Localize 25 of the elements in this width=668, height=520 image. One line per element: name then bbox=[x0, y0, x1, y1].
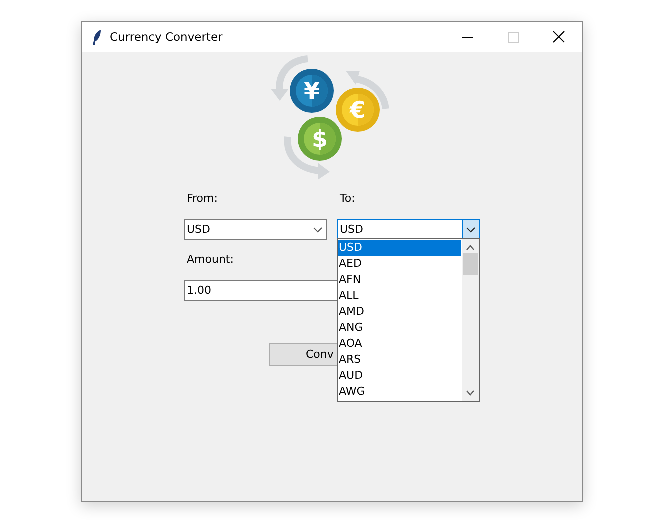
chevron-down-icon bbox=[313, 226, 323, 232]
scroll-thumb[interactable] bbox=[463, 253, 478, 275]
currency-symbol: ¥ bbox=[304, 79, 320, 105]
scrollbar[interactable] bbox=[462, 239, 479, 401]
field-label: To: bbox=[339, 192, 356, 207]
currency-symbol: $ bbox=[312, 127, 328, 153]
dropdown-item[interactable]: AUD bbox=[338, 368, 461, 384]
dropdown-item[interactable]: AWG bbox=[338, 384, 461, 400]
from-combobox[interactable]: USD bbox=[184, 219, 327, 240]
to-combobox[interactable]: USD bbox=[337, 219, 480, 240]
window-title: Currency Converter bbox=[110, 30, 224, 44]
dropdown-item[interactable]: USD bbox=[338, 240, 461, 256]
scroll-down-icon[interactable] bbox=[466, 390, 475, 396]
scroll-up-icon[interactable] bbox=[466, 245, 475, 251]
field-label: From: bbox=[186, 192, 218, 207]
currency-symbol: € bbox=[350, 98, 366, 124]
dropdown-item[interactable]: ANG bbox=[338, 320, 461, 336]
dropdown-item[interactable]: AMD bbox=[338, 304, 461, 320]
chevron-down-icon bbox=[466, 226, 476, 232]
minimize-icon bbox=[462, 36, 472, 38]
field-label: Amount: bbox=[186, 253, 234, 268]
feather-icon bbox=[93, 30, 102, 44]
maximize-icon bbox=[508, 32, 518, 42]
close-icon bbox=[553, 31, 565, 43]
dropdown-item[interactable]: AED bbox=[338, 256, 461, 272]
